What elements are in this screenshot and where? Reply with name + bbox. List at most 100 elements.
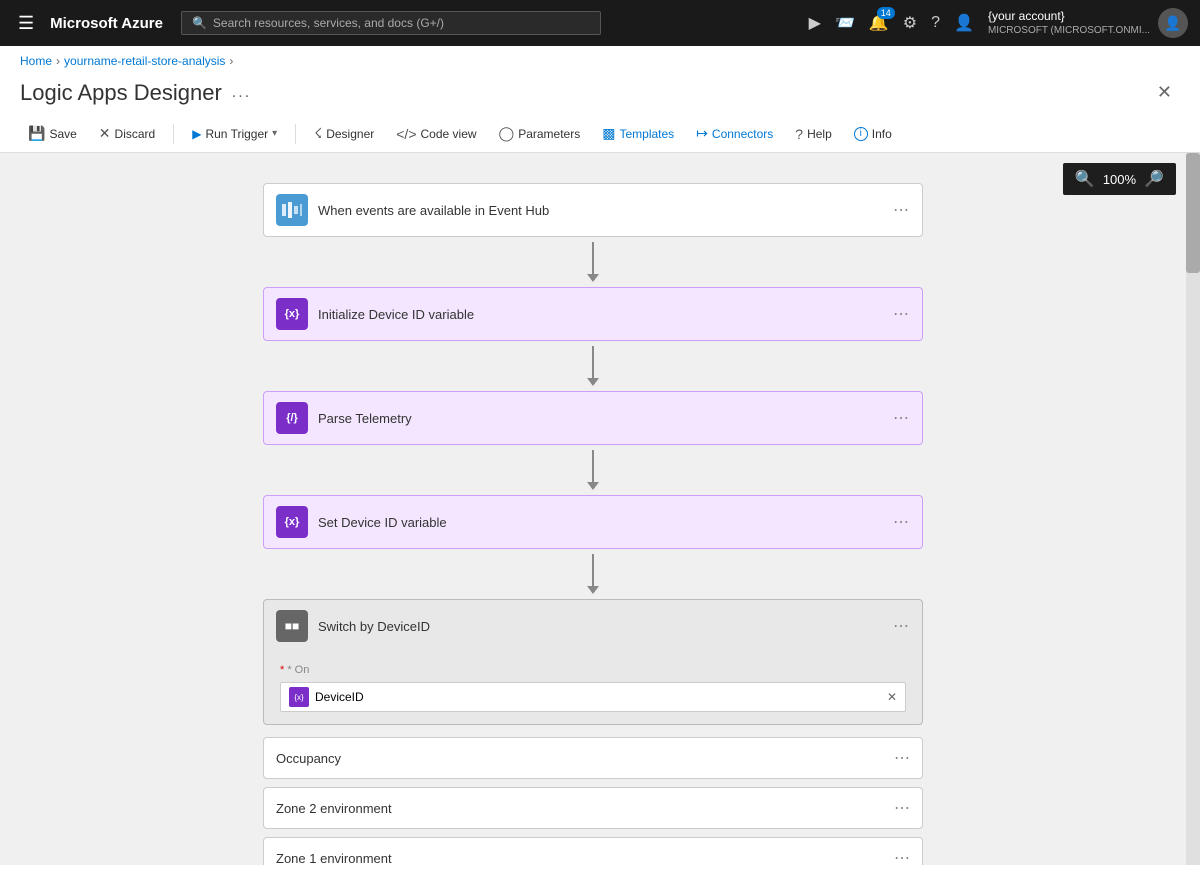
portal-icon[interactable]: 👤	[954, 13, 974, 33]
save-label: Save	[49, 127, 76, 141]
parse-telemetry-menu[interactable]: ⋯	[893, 408, 910, 428]
zoom-in-button[interactable]: 🔎	[1144, 169, 1164, 189]
designer-button[interactable]: ☇ Designer	[306, 121, 382, 146]
right-scrollbar[interactable]	[1186, 153, 1200, 865]
case-zone1-header: Zone 1 environment ⋯	[264, 838, 922, 865]
node-parse-telemetry[interactable]: {/} Parse Telemetry ⋯	[263, 391, 923, 445]
scrollbar-thumb[interactable]	[1186, 153, 1200, 273]
page-header: Logic Apps Designer ... ✕	[0, 76, 1200, 115]
node-event-hub[interactable]: When events are available in Event Hub ⋯	[263, 183, 923, 237]
cloud-shell-icon[interactable]: ▶	[809, 13, 821, 33]
node-switch[interactable]: ■■ Switch by DeviceID ⋯ * * On {x} Devic…	[263, 599, 923, 725]
save-button[interactable]: 💾 Save	[20, 121, 85, 146]
node-switch-header: ■■ Switch by DeviceID ⋯	[264, 600, 922, 652]
save-icon: 💾	[28, 125, 45, 142]
arrow-2	[587, 341, 599, 391]
switch-title: Switch by DeviceID	[318, 619, 883, 634]
event-hub-title: When events are available in Event Hub	[318, 203, 883, 218]
arrow-1	[587, 237, 599, 287]
event-hub-menu[interactable]: ⋯	[893, 200, 910, 220]
case-occupancy[interactable]: Occupancy ⋯	[263, 737, 923, 779]
info-icon: i	[854, 127, 868, 141]
case-zone2-title: Zone 2 environment	[276, 801, 884, 816]
case-zone2-header: Zone 2 environment ⋯	[264, 788, 922, 828]
set-device-id-title: Set Device ID variable	[318, 515, 883, 530]
hamburger-icon[interactable]: ☰	[12, 9, 40, 38]
init-device-id-title: Initialize Device ID variable	[318, 307, 883, 322]
top-bar-icons: ▶ 📨 🔔 14 ⚙ ? 👤 {your account} MICROSOFT …	[809, 8, 1188, 38]
avatar[interactable]: 👤	[1158, 8, 1188, 38]
node-set-device-id-header: {x} Set Device ID variable ⋯	[264, 496, 922, 548]
case-zone1-title: Zone 1 environment	[276, 851, 884, 866]
search-placeholder: Search resources, services, and docs (G+…	[213, 16, 444, 30]
run-trigger-label: Run Trigger	[205, 127, 268, 141]
switch-value-pill[interactable]: {x} DeviceID ✕	[280, 682, 906, 712]
breadcrumb: Home › yourname-retail-store-analysis ›	[0, 46, 1200, 76]
feedback-icon[interactable]: 📨	[835, 13, 855, 33]
code-view-button[interactable]: </> Code view	[388, 122, 484, 146]
parameters-button[interactable]: ◯ Parameters	[491, 121, 589, 146]
breadcrumb-home[interactable]: Home	[20, 54, 52, 68]
help-icon[interactable]: ?	[931, 14, 940, 32]
info-button[interactable]: i Info	[846, 123, 900, 145]
arrow-3	[587, 445, 599, 495]
help-toolbar-icon: ?	[795, 126, 803, 142]
page-title: Logic Apps Designer	[20, 80, 222, 106]
case-zone2[interactable]: Zone 2 environment ⋯	[263, 787, 923, 829]
set-var-icon: {x}	[276, 506, 308, 538]
breadcrumb-sep-2: ›	[229, 54, 233, 68]
case-zone1-menu[interactable]: ⋯	[894, 848, 910, 865]
connectors-icon: ↦	[696, 125, 708, 142]
discard-button[interactable]: ✕ Discard	[91, 121, 163, 146]
notifications-icon[interactable]: 🔔 14	[869, 13, 889, 33]
pill-var-icon: {x}	[289, 687, 309, 707]
parse-telemetry-title: Parse Telemetry	[318, 411, 883, 426]
switch-on-label: * * On	[280, 664, 906, 676]
switch-value-remove[interactable]: ✕	[887, 690, 897, 704]
node-set-device-id[interactable]: {x} Set Device ID variable ⋯	[263, 495, 923, 549]
case-occupancy-menu[interactable]: ⋯	[894, 748, 910, 768]
init-var-icon: {x}	[276, 298, 308, 330]
init-device-id-menu[interactable]: ⋯	[893, 304, 910, 324]
help-toolbar-button[interactable]: ? Help	[787, 122, 839, 146]
run-icon: ▶	[192, 127, 201, 141]
discard-icon: ✕	[99, 125, 111, 142]
designer-canvas[interactable]: 🔍 100% 🔎 When events are availabl	[0, 153, 1186, 865]
designer-label: Designer	[326, 127, 374, 141]
set-device-id-menu[interactable]: ⋯	[893, 512, 910, 532]
close-button[interactable]: ✕	[1149, 78, 1180, 107]
code-view-label: Code view	[421, 127, 477, 141]
canvas-inner: When events are available in Event Hub ⋯…	[0, 153, 1186, 865]
zoom-out-button[interactable]: 🔍	[1075, 169, 1095, 189]
toolbar: 💾 Save ✕ Discard ▶ Run Trigger ▾ ☇ Desig…	[0, 115, 1200, 153]
parse-icon: {/}	[276, 402, 308, 434]
account-section[interactable]: {your account} MICROSOFT (MICROSOFT.ONMI…	[988, 8, 1188, 38]
account-tenant: MICROSOFT (MICROSOFT.ONMI...	[988, 24, 1150, 37]
page-more-button[interactable]: ...	[232, 84, 251, 102]
search-icon: 🔍	[192, 16, 207, 30]
connectors-label: Connectors	[712, 127, 773, 141]
discard-label: Discard	[115, 127, 156, 141]
code-view-icon: </>	[396, 126, 416, 142]
node-init-device-id[interactable]: {x} Initialize Device ID variable ⋯	[263, 287, 923, 341]
node-event-hub-header: When events are available in Event Hub ⋯	[264, 184, 922, 236]
account-name: {your account}	[988, 9, 1150, 25]
run-trigger-button[interactable]: ▶ Run Trigger ▾	[184, 123, 285, 145]
search-bar[interactable]: 🔍 Search resources, services, and docs (…	[181, 11, 601, 35]
run-trigger-chevron: ▾	[272, 128, 277, 139]
zoom-level: 100%	[1103, 172, 1136, 187]
node-parse-telemetry-header: {/} Parse Telemetry ⋯	[264, 392, 922, 444]
switch-menu[interactable]: ⋯	[893, 616, 910, 636]
breadcrumb-resource[interactable]: yourname-retail-store-analysis	[64, 54, 225, 68]
brand-name: Microsoft Azure	[50, 15, 163, 32]
case-zone1[interactable]: Zone 1 environment ⋯	[263, 837, 923, 865]
connectors-button[interactable]: ↦ Connectors	[688, 121, 781, 146]
case-zone2-menu[interactable]: ⋯	[894, 798, 910, 818]
designer-icon: ☇	[314, 125, 322, 142]
templates-button[interactable]: ▩ Templates	[594, 121, 682, 146]
breadcrumb-sep-1: ›	[56, 54, 60, 68]
templates-icon: ▩	[602, 125, 615, 142]
settings-icon[interactable]: ⚙	[903, 13, 917, 33]
case-occupancy-title: Occupancy	[276, 751, 884, 766]
help-label: Help	[807, 127, 832, 141]
